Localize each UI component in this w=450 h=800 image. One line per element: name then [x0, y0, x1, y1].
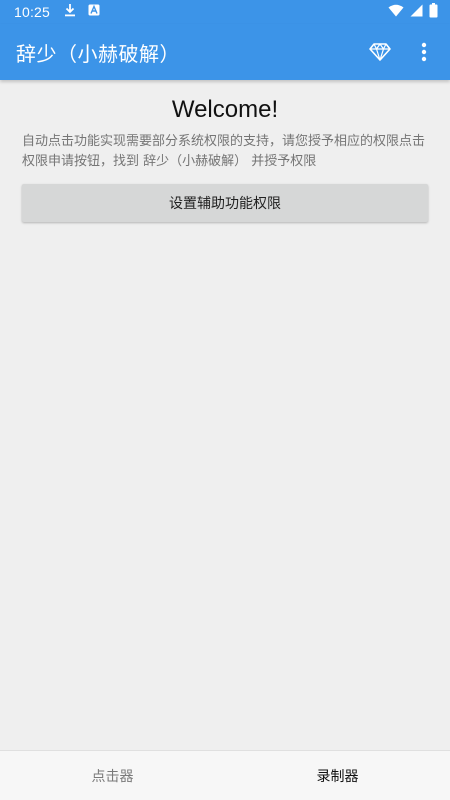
- diamond-icon[interactable]: [366, 38, 394, 66]
- app-bar: 辞少（小赫破解）: [0, 24, 450, 80]
- bottom-nav: 点击器 录制器: [0, 750, 450, 800]
- welcome-heading: Welcome!: [171, 96, 279, 123]
- tab-recorder[interactable]: 录制器: [225, 751, 450, 800]
- notification-a-icon: [88, 4, 100, 20]
- accessibility-permission-button-label: 设置辅助功能权限: [169, 196, 281, 212]
- tab-recorder-label: 录制器: [316, 768, 359, 785]
- status-system-icons: [388, 2, 438, 22]
- main-content: Welcome! 自动点击功能实现需要部分系统权限的支持，请您授予相应的权限点击…: [0, 80, 450, 750]
- battery-icon: [429, 2, 438, 22]
- signal-icon: [410, 4, 423, 21]
- app-title: 辞少（小赫破解）: [16, 41, 180, 66]
- status-time: 10:25: [14, 4, 51, 20]
- tab-clicker-label: 点击器: [91, 768, 134, 785]
- wifi-icon: [388, 4, 404, 21]
- status-notification-icons: [64, 3, 100, 21]
- tab-clicker[interactable]: 点击器: [0, 751, 225, 800]
- app-screen: 10:25 辞少（小赫破解） Welcome! 自动点击功能实现需要部分系统权限…: [0, 0, 450, 800]
- download-icon: [64, 3, 76, 21]
- permission-description: 自动点击功能实现需要部分系统权限的支持，请您授予相应的权限点击权限申请按钮，找到…: [22, 134, 426, 169]
- app-bar-actions: [366, 38, 438, 66]
- status-bar: 10:25: [0, 0, 450, 24]
- more-vert-icon[interactable]: [410, 38, 438, 66]
- accessibility-permission-button[interactable]: 设置辅助功能权限: [22, 184, 428, 222]
